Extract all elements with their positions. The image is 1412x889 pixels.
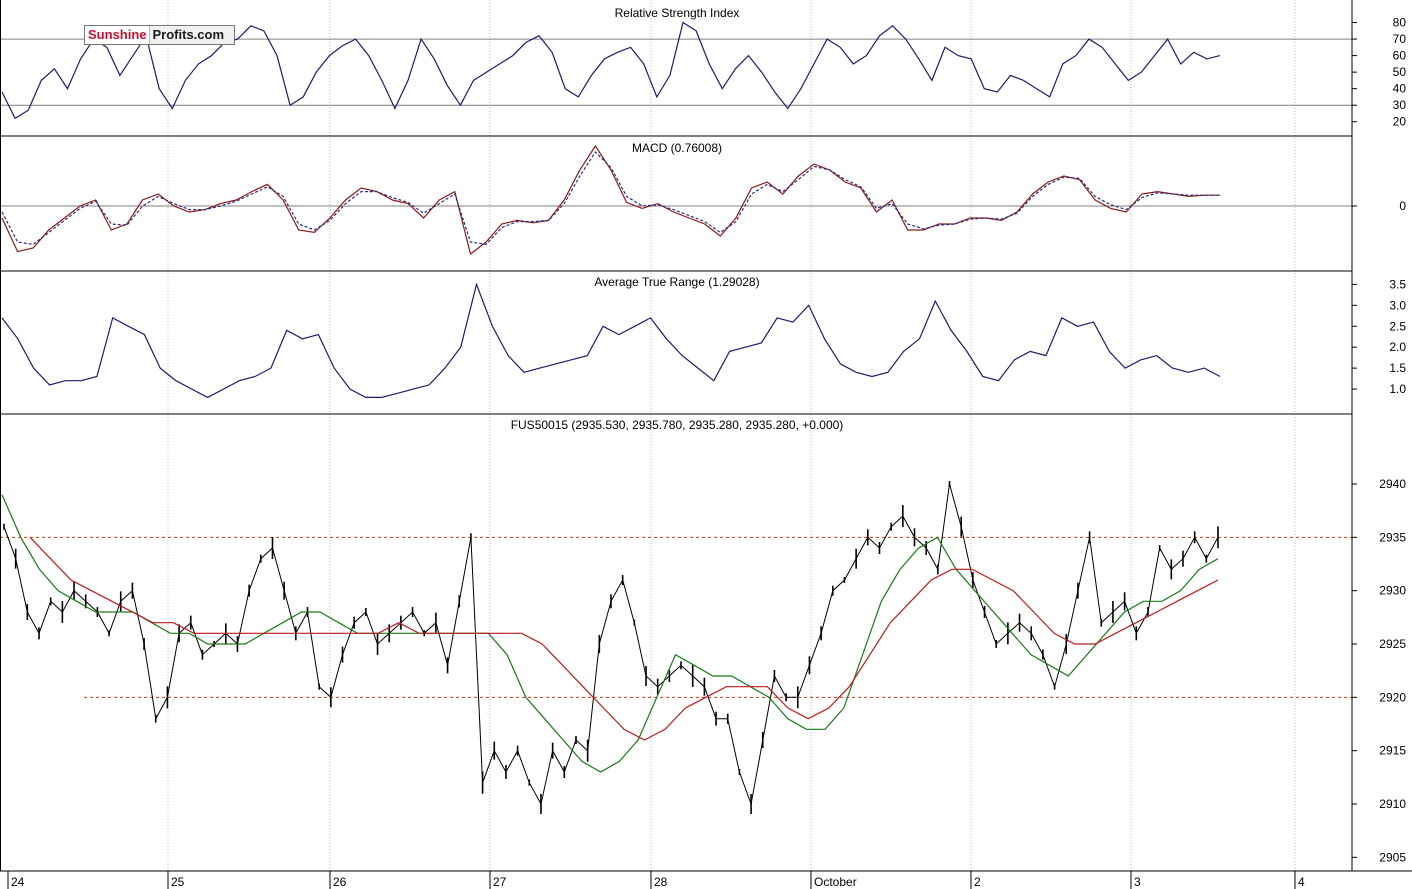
sunshine-profits-logo: Sunshine Profits.com [84, 25, 236, 45]
x-tick-label: 3 [1134, 875, 1141, 889]
panel-title: FUS50015 (2935.530, 2935.780, 2935.280, … [511, 418, 844, 432]
logo-part-profits: Profits.com [148, 26, 235, 44]
y-tick-label: 80 [1393, 16, 1407, 30]
x-tick-label: 27 [493, 875, 507, 889]
y-tick-label: 3.5 [1389, 277, 1406, 291]
logo-part-sunshine: Sunshine [88, 27, 147, 42]
y-tick-label: 30 [1393, 98, 1407, 112]
y-tick-label: 2905 [1379, 850, 1406, 864]
panel-title: Relative Strength Index [615, 6, 740, 20]
y-tick-label: 2925 [1379, 637, 1406, 651]
panel-title: Average True Range (1.29028) [594, 275, 759, 289]
y-tick-label: 3.0 [1389, 298, 1406, 312]
y-tick-label: 2915 [1379, 744, 1406, 758]
y-tick-label: 70 [1393, 32, 1407, 46]
y-tick-label: 2.0 [1389, 340, 1406, 354]
y-tick-label: 1.5 [1389, 361, 1406, 375]
y-tick-label: 2.5 [1389, 319, 1406, 333]
x-tick-label: October [814, 875, 857, 889]
y-tick-label: 0 [1399, 199, 1406, 213]
y-tick-label: 20 [1393, 115, 1407, 129]
y-tick-label: 40 [1393, 82, 1407, 96]
x-tick-label: 28 [654, 875, 668, 889]
y-tick-label: 60 [1393, 49, 1407, 63]
x-tick-label: 4 [1298, 875, 1305, 889]
stock-chart: Relative Strength Index80706050403020MAC… [0, 0, 1412, 889]
y-tick-label: 2910 [1379, 797, 1406, 811]
panel-title: MACD (0.76008) [632, 141, 722, 155]
y-tick-label: 2920 [1379, 690, 1406, 704]
x-tick-label: 26 [333, 875, 347, 889]
y-tick-label: 2940 [1379, 477, 1406, 491]
y-tick-label: 50 [1393, 65, 1407, 79]
y-tick-label: 1.0 [1389, 382, 1406, 396]
y-tick-label: 2935 [1379, 530, 1406, 544]
x-tick-label: 25 [171, 875, 185, 889]
x-tick-label: 2 [974, 875, 981, 889]
y-tick-label: 2930 [1379, 584, 1406, 598]
x-tick-label: 24 [11, 875, 25, 889]
